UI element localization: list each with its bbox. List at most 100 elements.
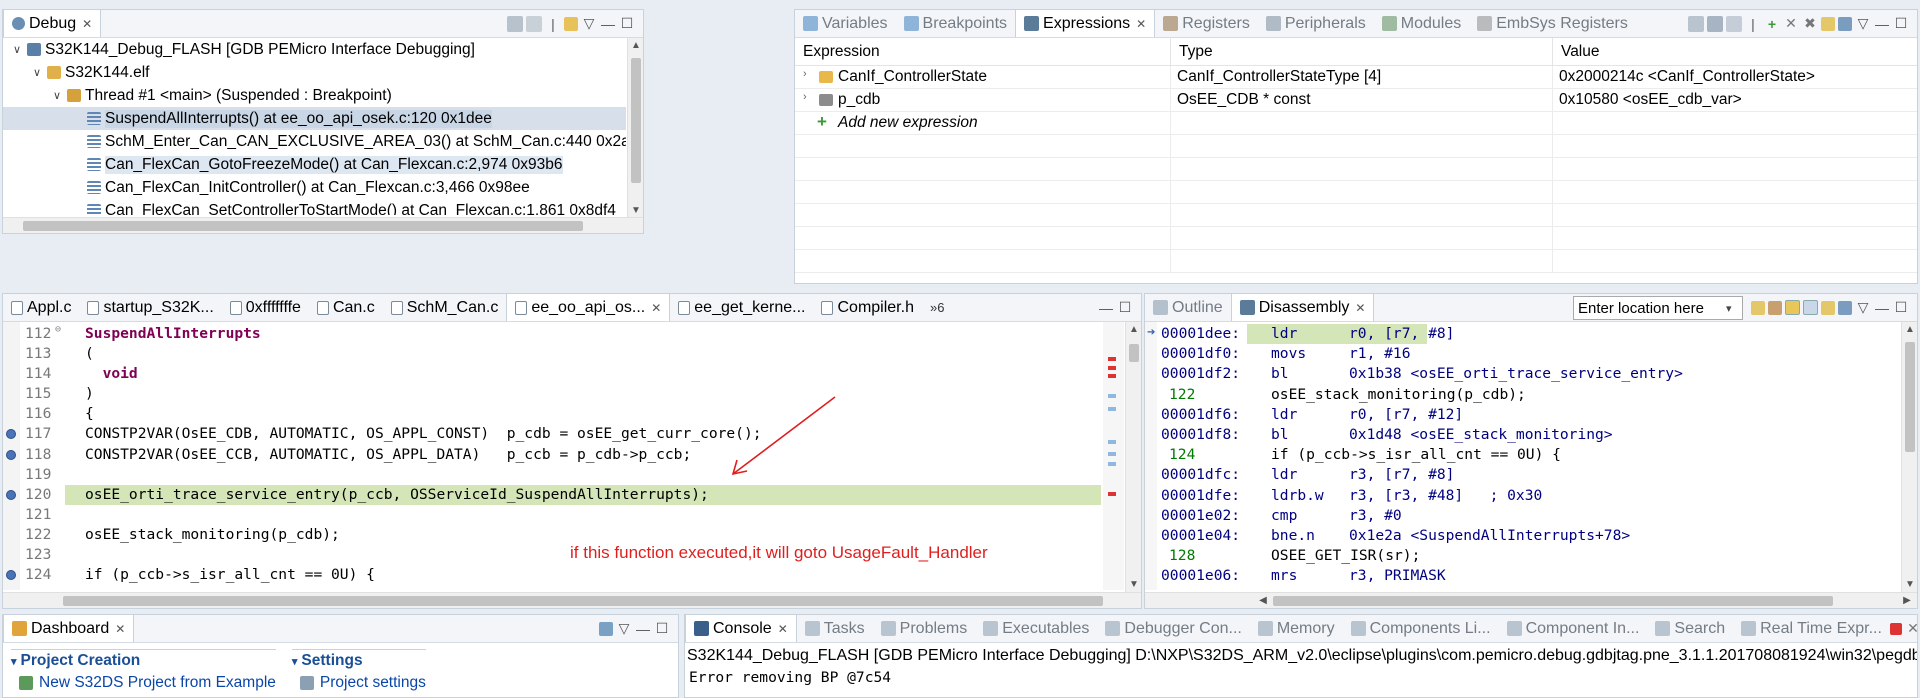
tab-registers[interactable]: Registers: [1155, 10, 1258, 37]
disasm-line[interactable]: 00001df0: movs r1, #16: [1157, 344, 1897, 364]
maximize-icon[interactable]: ☐: [1893, 299, 1909, 316]
tab-overflow[interactable]: »6: [922, 294, 952, 321]
minimize-icon[interactable]: —: [635, 621, 651, 637]
editor-tab[interactable]: Appl.c: [3, 294, 79, 321]
table-row[interactable]: › p_cdb OsEE_CDB * const 0x10580 <osEE_cdb_…: [795, 89, 1917, 112]
code-line[interactable]: 112 ⊖ SuspendAllInterrupts: [3, 324, 1101, 344]
close-icon[interactable]: ✕: [651, 301, 661, 315]
tab-disassembly[interactable]: Disassembly ✕: [1230, 294, 1375, 321]
scroll-down-icon[interactable]: ▼: [628, 205, 643, 216]
code-line[interactable]: 113 (: [3, 344, 1101, 364]
column-header-type[interactable]: Type: [1171, 38, 1553, 66]
tab-modules[interactable]: Modules: [1374, 10, 1469, 37]
show-logical-structure-icon[interactable]: [1707, 15, 1723, 32]
minimize-icon[interactable]: —: [1098, 300, 1114, 316]
tab-debug[interactable]: Debug ✕: [3, 10, 102, 37]
add-new-expression[interactable]: Add new expression: [838, 114, 978, 132]
new-view-icon[interactable]: [1821, 16, 1835, 31]
chevron-down-icon[interactable]: ▾: [11, 655, 17, 668]
scrollbar-thumb[interactable]: [631, 58, 641, 183]
minimize-icon[interactable]: —: [1874, 300, 1890, 316]
view-menu-icon[interactable]: ▽: [581, 15, 597, 32]
scrollbar-thumb[interactable]: [23, 221, 583, 231]
collapse-all-icon[interactable]: [526, 15, 542, 32]
maximize-icon[interactable]: ☐: [619, 15, 635, 32]
disasm-hscrollbar[interactable]: ◀ ▶: [1145, 592, 1917, 608]
maximize-icon[interactable]: ☐: [1893, 15, 1909, 32]
show-type-names-icon[interactable]: [1688, 15, 1704, 32]
refresh-icon[interactable]: [1751, 300, 1765, 315]
column-header-expression[interactable]: Expression: [795, 38, 1171, 66]
section-header[interactable]: ▾ Project Creation: [11, 649, 276, 670]
editor-tab[interactable]: Compiler.h: [813, 294, 921, 321]
code-line[interactable]: 116 {: [3, 404, 1101, 424]
maximize-icon[interactable]: ☐: [1117, 299, 1133, 316]
expression-value[interactable]: 0x2000214c <CanIf_ControllerState>: [1559, 68, 1815, 86]
collapse-all-icon[interactable]: [1726, 15, 1742, 32]
close-icon[interactable]: ✕: [1136, 17, 1146, 31]
editor-tab[interactable]: startup_S32K...: [79, 294, 221, 321]
tab-breakpoints[interactable]: Breakpoints: [896, 10, 1016, 37]
link-with-context-icon[interactable]: [1785, 300, 1800, 315]
column-header-value[interactable]: Value: [1553, 38, 1917, 66]
scroll-up-icon[interactable]: ▲: [628, 40, 643, 51]
stack-frame-row[interactable]: ∨ S32K144.elf: [3, 61, 626, 84]
table-row[interactable]: [795, 158, 1917, 181]
tab-peripherals[interactable]: Peripherals: [1258, 10, 1374, 37]
code-line[interactable]: 117 CONSTP2VAR(OsEE_CDB, AUTOMATIC, OS_AP…: [3, 424, 1101, 444]
scroll-up-icon[interactable]: ▲: [1126, 324, 1141, 335]
breakpoint-marker-icon[interactable]: [6, 449, 16, 460]
tab-console-8[interactable]: Search: [1647, 615, 1733, 642]
close-icon[interactable]: ✕: [115, 622, 125, 636]
scrollbar-thumb[interactable]: [1129, 344, 1139, 362]
disasm-line[interactable]: 124 if (p_ccb->s_isr_all_cnt == 0U) {: [1157, 445, 1897, 465]
tab-variables[interactable]: Variables: [795, 10, 896, 37]
tab-console-3[interactable]: Executables: [975, 615, 1097, 642]
stack-frame-row[interactable]: ∨ S32K144_Debug_FLASH [GDB PEMicro Interf…: [3, 38, 626, 61]
disasm-line[interactable]: 00001dfe: ldrb.w r3, [r3, #48] ; 0x30: [1157, 486, 1897, 506]
expression-value[interactable]: 0x10580 <osEE_cdb_var>: [1559, 91, 1742, 109]
scroll-left-icon[interactable]: ◀: [1255, 595, 1271, 606]
remove-launch-icon[interactable]: ✕: [1905, 620, 1917, 637]
editor-vscrollbar[interactable]: ▲ ▼: [1125, 322, 1141, 592]
tab-console-4[interactable]: Debugger Con...: [1097, 615, 1249, 642]
expand-arrow-icon[interactable]: ›: [803, 91, 807, 103]
tab-console-2[interactable]: Problems: [873, 615, 976, 642]
location-input[interactable]: Enter location here: [1578, 300, 1726, 317]
code-line[interactable]: 115): [3, 384, 1101, 404]
table-row[interactable]: + Add new expression: [795, 112, 1917, 135]
table-row[interactable]: [795, 227, 1917, 250]
chevron-down-icon[interactable]: ▾: [292, 655, 298, 668]
disasm-vscrollbar[interactable]: ▲ ▼: [1901, 322, 1917, 592]
close-icon[interactable]: ✕: [82, 17, 92, 31]
disasm-line[interactable]: 00001e02: cmp r3, #0: [1157, 506, 1897, 526]
stack-frame-row[interactable]: Can_FlexCan_InitController() at Can_Flex…: [3, 176, 626, 199]
home-icon[interactable]: [1768, 300, 1782, 315]
editor-tab[interactable]: ee_get_kerne...: [670, 294, 813, 321]
scrollbar-thumb[interactable]: [1905, 342, 1915, 452]
expand-arrow-icon[interactable]: ∨: [13, 43, 27, 56]
tab-console-7[interactable]: Component In...: [1499, 615, 1648, 642]
stack-frame-row[interactable]: SuspendAllInterrupts() at ee_oo_api_osek…: [3, 107, 626, 130]
breakpoint-marker-icon[interactable]: [6, 429, 16, 440]
stack-frame-row[interactable]: ∨ Thread #1 <main> (Suspended : Breakpoin…: [3, 84, 626, 107]
pin-icon[interactable]: [1838, 300, 1852, 315]
disasm-line[interactable]: 00001dfc: ldr r3, [r7, #8]: [1157, 465, 1897, 485]
scroll-down-icon[interactable]: ▼: [1126, 579, 1141, 590]
section-header[interactable]: ▾ Settings: [291, 649, 426, 670]
scroll-up-icon[interactable]: ▲: [1902, 324, 1917, 335]
disasm-line[interactable]: 00001df2: bl 0x1b38 <osEE_orti_trace_servi…: [1157, 364, 1897, 384]
remove-all-icon[interactable]: ✖: [1802, 15, 1818, 32]
disasm-line[interactable]: 00001dee: ldr r0, [r7, #8]: [1157, 324, 1897, 345]
view-menu-icon[interactable]: ▽: [1855, 15, 1871, 32]
location-combo[interactable]: Enter location here ▾: [1573, 296, 1743, 320]
tab-console-0[interactable]: Console ✕: [685, 615, 797, 642]
disasm-line[interactable]: 00001df6: ldr r0, [r7, #12]: [1157, 405, 1897, 425]
scroll-down-icon[interactable]: ▼: [1902, 579, 1917, 590]
view-menu-icon[interactable]: ▽: [1855, 299, 1871, 316]
pin-icon[interactable]: [1838, 16, 1852, 31]
expression-name[interactable]: CanIf_ControllerState: [838, 68, 987, 86]
scroll-right-icon[interactable]: ▶: [1899, 595, 1915, 606]
table-row[interactable]: [795, 135, 1917, 158]
disasm-line[interactable]: 00001df8: bl 0x1d48 <osEE_stack_monitoring…: [1157, 425, 1897, 445]
